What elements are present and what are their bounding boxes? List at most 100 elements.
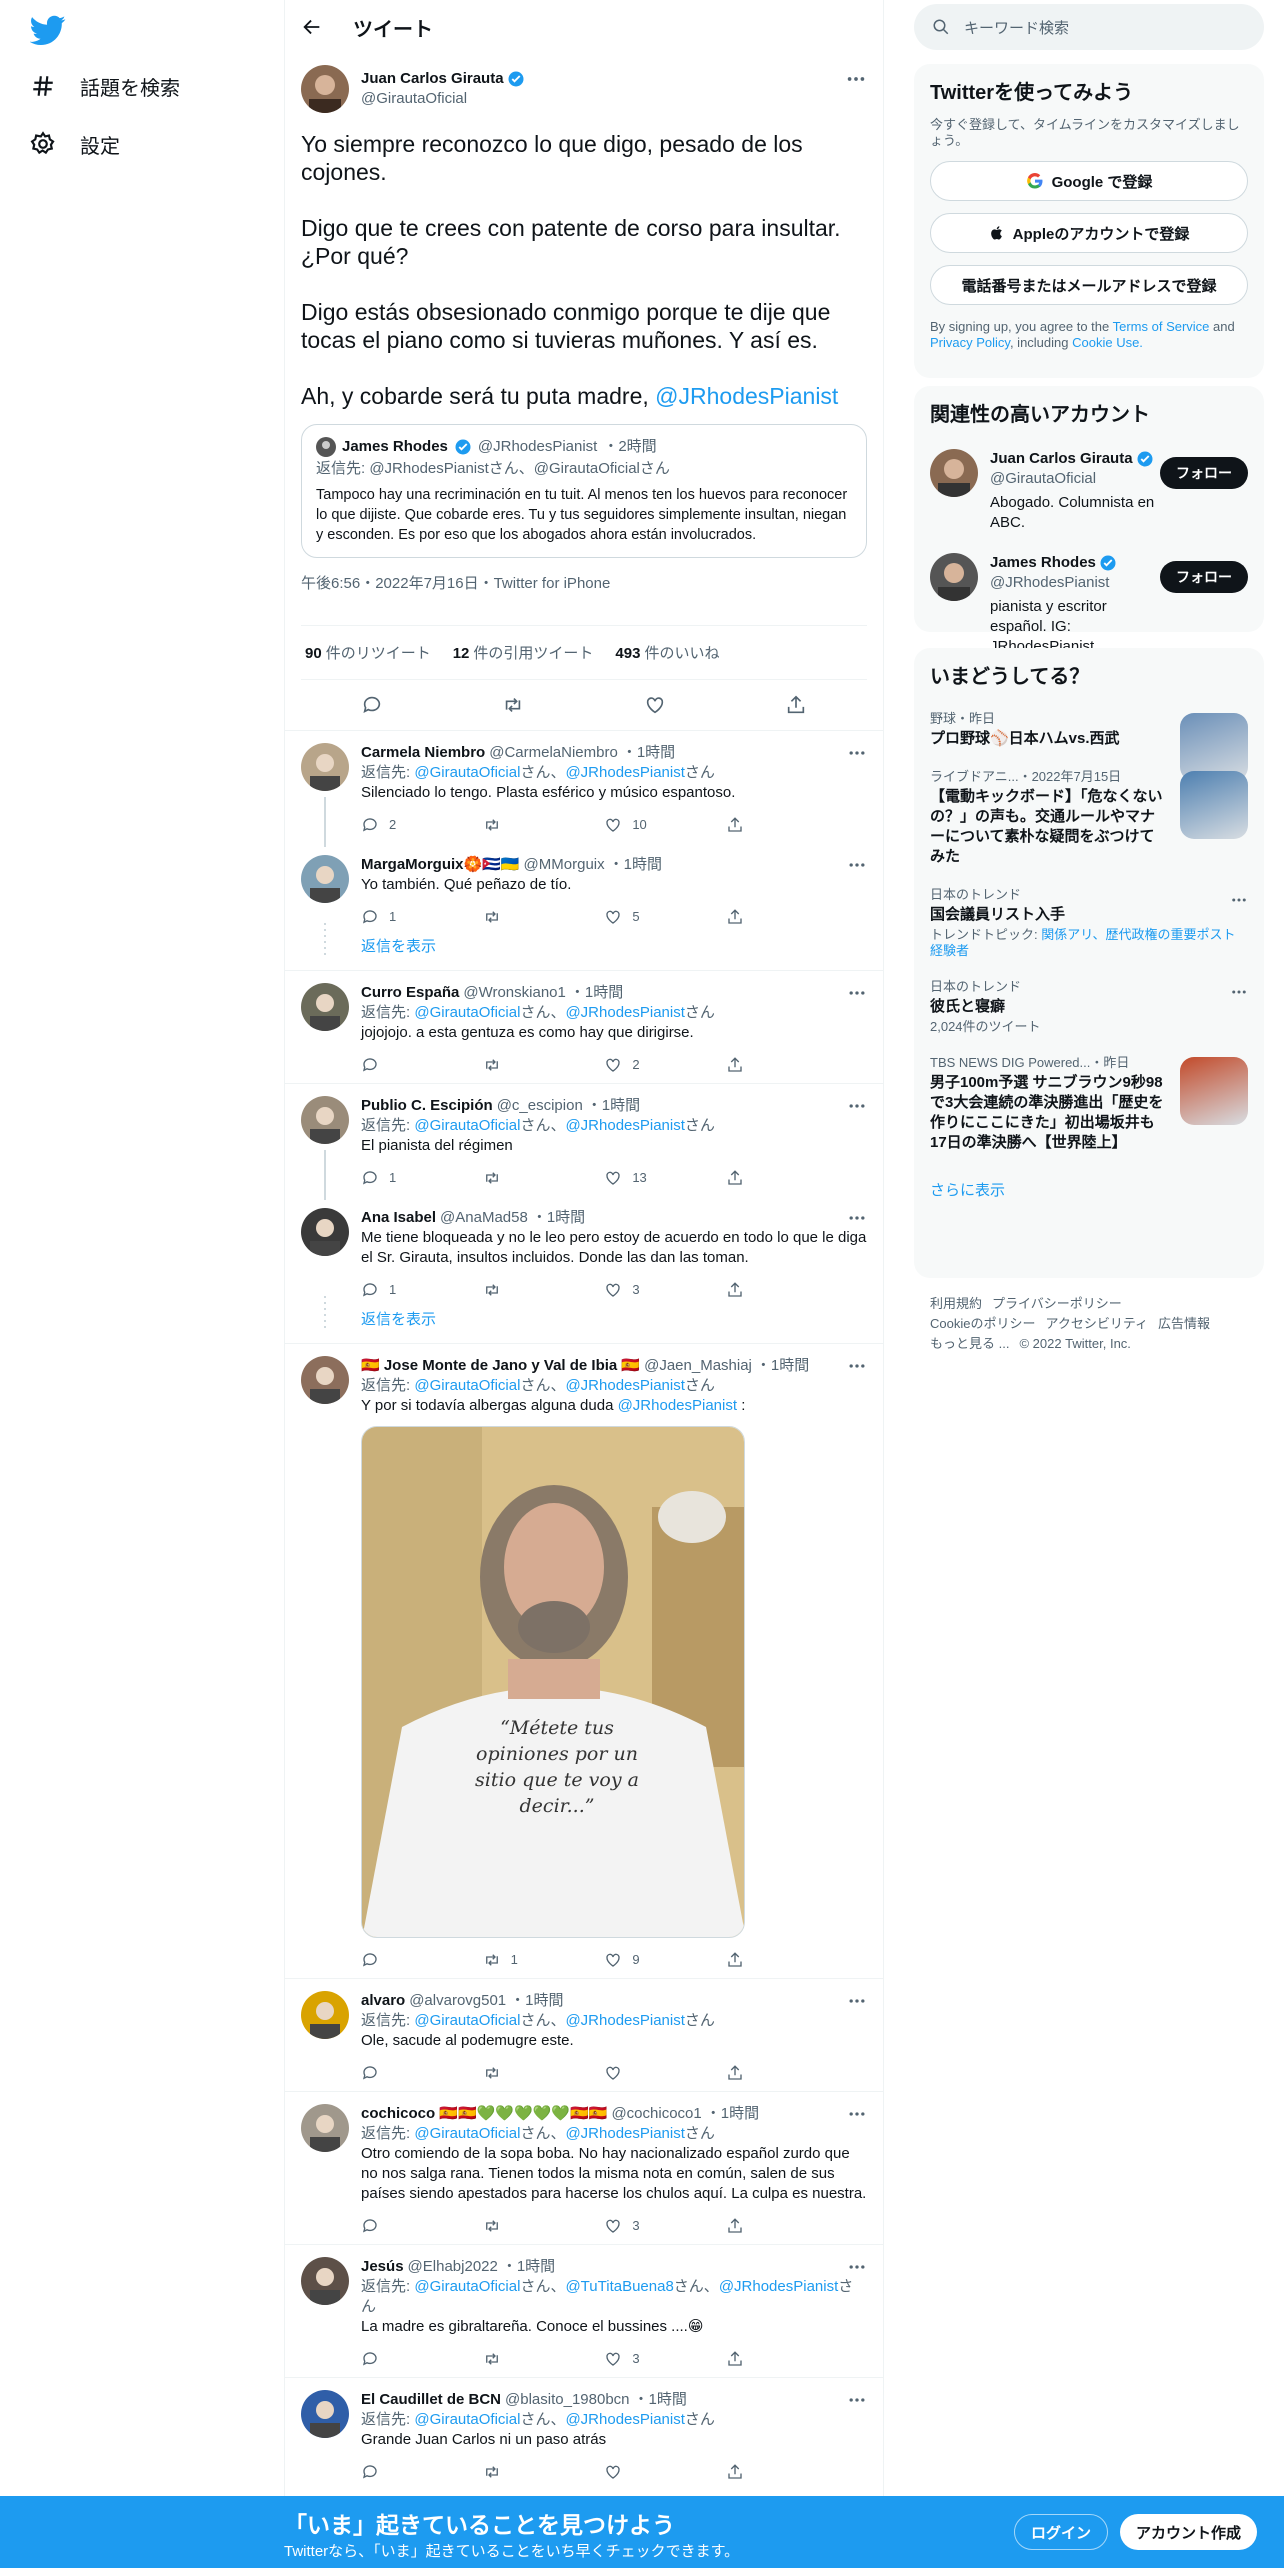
- more-options-icon[interactable]: [847, 743, 867, 763]
- footer-link[interactable]: もっと見る ...: [930, 1336, 1009, 1351]
- retweet-icon[interactable]: [483, 1169, 501, 1187]
- reply-to-mention[interactable]: @JRhodesPianist: [565, 2411, 684, 2428]
- trend-item[interactable]: ライブドアニ...・2022年7月15日 【電動キックボード】「危なくないの？」の…: [914, 759, 1264, 877]
- reply-to-mention[interactable]: @GirautaOficial: [414, 2278, 520, 2295]
- reply-avatar[interactable]: [301, 1208, 349, 1256]
- reply-to-mention[interactable]: @JRhodesPianist: [565, 1004, 684, 1021]
- reply-to-mention[interactable]: @GirautaOficial: [414, 2411, 520, 2428]
- like-action[interactable]: 2: [604, 1055, 664, 1075]
- share-action[interactable]: [726, 1281, 786, 1299]
- reply-author-name[interactable]: 🇪🇸 Jose Monte de Jano y Val de Ibia 🇪🇸: [361, 1356, 640, 1376]
- reply-icon[interactable]: [361, 908, 379, 926]
- reply-icon[interactable]: [361, 2463, 379, 2481]
- reply-author-handle[interactable]: @alvarovg501: [409, 1991, 506, 2011]
- trend-item[interactable]: TBS NEWS DIG Powered...・昨日 男子100m予選 サニブラウ…: [914, 1045, 1264, 1163]
- reply-avatar[interactable]: [301, 983, 349, 1031]
- like-icon[interactable]: [604, 2064, 622, 2082]
- trend-topic-link[interactable]: 関係アリ、歴代政権の重要ポスト経験者: [930, 927, 1235, 958]
- like-action[interactable]: 13: [604, 1168, 664, 1188]
- retweet-action[interactable]: [483, 1056, 543, 1074]
- reply-action[interactable]: 1: [361, 1280, 421, 1300]
- twitter-logo-icon[interactable]: [30, 12, 66, 48]
- reply-icon[interactable]: [361, 2350, 379, 2368]
- like-icon[interactable]: [604, 1056, 622, 1074]
- reply-tweet[interactable]: cochicoco 🇪🇸🇪🇸💚💚💚💚💚🇪🇸🇪🇸 @cochicoco1 ・1時間 返信…: [285, 2091, 883, 2244]
- reply-tweet[interactable]: alvaro @alvarovg501 ・1時間 返信先: @GirautaOfici…: [285, 1978, 883, 2091]
- reply-tweet[interactable]: MargaMorguix🏵️🇨🇺🇺🇦 @MMorguix ・1時間 Yo tambié…: [285, 843, 883, 935]
- retweets-stat[interactable]: 90 件のリツイート: [305, 642, 431, 663]
- share-icon[interactable]: [726, 2064, 744, 2082]
- more-options-icon[interactable]: [1230, 983, 1248, 1001]
- trend-item[interactable]: 日本のトレンド 彼氏と寝癖 2,024件のツイート: [914, 969, 1264, 1045]
- reply-avatar[interactable]: [301, 2257, 349, 2305]
- share-icon[interactable]: [785, 694, 807, 716]
- reply-time[interactable]: ・1時間: [622, 743, 675, 763]
- retweet-icon[interactable]: [483, 2350, 501, 2368]
- like-action[interactable]: [604, 2463, 664, 2481]
- like-icon[interactable]: [604, 816, 622, 834]
- nav-settings[interactable]: 設定: [30, 124, 120, 164]
- related-account-avatar[interactable]: [930, 449, 978, 497]
- reply-action[interactable]: [361, 2217, 421, 2235]
- like-action[interactable]: 10: [604, 815, 664, 835]
- retweet-icon[interactable]: [483, 2463, 501, 2481]
- apple-signup-button[interactable]: Appleのアカウントで登録: [930, 213, 1248, 253]
- reply-author-handle[interactable]: @Jaen_Mashiaj: [644, 1356, 752, 1376]
- privacy-link[interactable]: Privacy Policy: [930, 335, 1010, 350]
- like-action[interactable]: [604, 2064, 664, 2082]
- reply-avatar[interactable]: [301, 2390, 349, 2438]
- more-options-icon[interactable]: [847, 1991, 867, 2011]
- share-icon[interactable]: [726, 1056, 744, 1074]
- cookie-link[interactable]: Cookie Use.: [1072, 335, 1143, 350]
- related-account-avatar[interactable]: [930, 553, 978, 601]
- phone-signup-button[interactable]: 電話番号またはメールアドレスで登録: [930, 265, 1248, 305]
- reply-tweet[interactable]: Curro España @Wronskiano1 ・1時間 返信先: @Giraut…: [285, 970, 883, 1083]
- reply-author-name[interactable]: MargaMorguix🏵️🇨🇺🇺🇦: [361, 855, 520, 875]
- share-icon[interactable]: [726, 2217, 744, 2235]
- reply-author-handle[interactable]: @Wronskiano1: [463, 983, 566, 1003]
- share-icon[interactable]: [726, 2350, 744, 2368]
- reply-author-name[interactable]: cochicoco 🇪🇸🇪🇸💚💚💚💚💚🇪🇸🇪🇸: [361, 2104, 607, 2124]
- reply-to-mention[interactable]: @TuTitaBuena8: [565, 2278, 673, 2295]
- more-options-icon[interactable]: [847, 1356, 867, 1376]
- reply-author-name[interactable]: alvaro: [361, 1991, 405, 2011]
- more-options-icon[interactable]: [847, 2257, 867, 2277]
- reply-time[interactable]: ・1時間: [587, 1096, 640, 1116]
- more-options-icon[interactable]: [1230, 891, 1248, 909]
- reply-author-handle[interactable]: @c_escipion: [497, 1096, 583, 1116]
- reply-action[interactable]: [361, 1056, 421, 1074]
- share-icon[interactable]: [726, 1169, 744, 1187]
- nav-explore[interactable]: 話題を検索: [30, 66, 180, 106]
- reply-avatar[interactable]: [301, 2104, 349, 2152]
- reply-icon[interactable]: [361, 2064, 379, 2082]
- reply-icon[interactable]: [361, 1056, 379, 1074]
- like-action[interactable]: 9: [604, 1950, 664, 1970]
- reply-action[interactable]: [361, 2463, 421, 2481]
- share-icon[interactable]: [726, 816, 744, 834]
- like-icon[interactable]: [644, 694, 666, 716]
- reply-time[interactable]: ・1時間: [609, 855, 662, 875]
- reply-author-handle[interactable]: @CarmelaNiembro: [489, 743, 618, 763]
- like-icon[interactable]: [604, 2463, 622, 2481]
- reply-to-mention[interactable]: @JRhodesPianist: [719, 2278, 838, 2295]
- like-action[interactable]: 3: [604, 1280, 664, 1300]
- show-replies-link[interactable]: 返信を表示: [285, 1296, 883, 1343]
- retweet-action[interactable]: [483, 2217, 543, 2235]
- reply-icon[interactable]: [361, 2217, 379, 2235]
- reply-to-mention[interactable]: @GirautaOficial: [414, 2125, 520, 2142]
- reply-to-mention[interactable]: @GirautaOficial: [414, 1004, 520, 1021]
- reply-to-mention[interactable]: @GirautaOficial: [414, 2012, 520, 2029]
- reply-tweet[interactable]: 🇪🇸 Jose Monte de Jano y Val de Ibia 🇪🇸 @J…: [285, 1343, 883, 1978]
- retweet-action[interactable]: [483, 908, 543, 926]
- reply-to-mention[interactable]: @JRhodesPianist: [565, 1117, 684, 1134]
- reply-time[interactable]: ・1時間: [756, 1356, 809, 1376]
- reply-to-mention[interactable]: @GirautaOficial: [414, 764, 520, 781]
- quoted-tweet[interactable]: James Rhodes @JRhodesPianist ・2時間 返信先: @…: [301, 424, 867, 558]
- share-action[interactable]: [726, 2217, 786, 2235]
- reply-action[interactable]: 2: [361, 815, 421, 835]
- reply-to-mention[interactable]: @JRhodesPianist: [565, 1377, 684, 1394]
- like-action[interactable]: 5: [604, 907, 664, 927]
- trends-show-more[interactable]: さらに表示: [914, 1163, 1264, 1216]
- reply-tweet[interactable]: Jesús @Elhabj2022 ・1時間 返信先: @GirautaOficial…: [285, 2244, 883, 2377]
- footer-link[interactable]: 広告情報: [1158, 1316, 1210, 1331]
